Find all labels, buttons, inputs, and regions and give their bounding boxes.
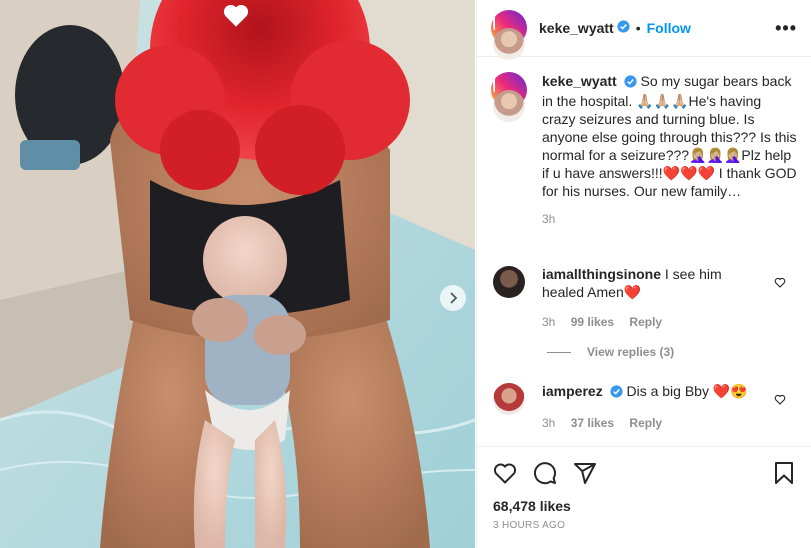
photo-image — [0, 0, 475, 548]
view-replies-button[interactable]: View replies (3) — [547, 345, 674, 359]
commenter-avatar[interactable] — [493, 383, 525, 415]
post-photo[interactable] — [0, 0, 475, 548]
verified-badge-icon — [624, 74, 637, 92]
chevron-right-icon — [448, 292, 458, 304]
likes-count[interactable]: 68,478 likes — [477, 498, 811, 514]
more-options-button[interactable]: ••• — [775, 18, 797, 39]
comment-like-icon[interactable] — [774, 392, 786, 408]
comment-bubble-icon[interactable] — [533, 461, 557, 488]
author-avatar[interactable] — [491, 10, 527, 78]
reply-button[interactable]: Reply — [629, 416, 662, 430]
post-details-panel: keke_wyatt • Follow ••• keke_wyatt So my… — [476, 0, 811, 548]
caption-text: So my sugar bears back in the hospital. … — [542, 73, 797, 199]
comment-item: iamallthingsinone I see him healed Amen❤… — [493, 265, 798, 331]
comment-item: iamperez Dis a big Bby ❤️😍 3h 37 likes R… — [493, 382, 798, 432]
verified-badge-icon — [617, 20, 630, 36]
comment-likes[interactable]: 99 likes — [571, 315, 614, 329]
like-heart-icon[interactable] — [493, 462, 517, 487]
divider-line — [547, 351, 571, 353]
comment-username[interactable]: iamperez — [542, 383, 603, 399]
post-caption: keke_wyatt So my sugar bears back in the… — [491, 72, 803, 226]
comment-like-icon[interactable] — [774, 275, 786, 291]
bookmark-icon[interactable] — [773, 461, 795, 488]
post-header: keke_wyatt • Follow ••• — [477, 0, 811, 78]
comment-username[interactable]: iamallthingsinone — [542, 266, 661, 282]
comment-text: Dis a big Bby ❤️😍 — [626, 383, 748, 399]
view-replies-label: View replies (3) — [587, 345, 675, 359]
heart-icon — [222, 2, 250, 28]
separator-dot: • — [635, 20, 641, 36]
next-photo-button[interactable] — [440, 285, 466, 311]
reply-button[interactable]: Reply — [629, 315, 662, 329]
author-username[interactable]: keke_wyatt — [539, 20, 614, 36]
caption-username[interactable]: keke_wyatt — [542, 73, 617, 89]
comment-time[interactable]: 3h — [542, 416, 555, 430]
commenter-avatar[interactable] — [493, 266, 525, 298]
caption-avatar[interactable] — [491, 72, 527, 140]
verified-badge-icon — [610, 384, 623, 402]
caption-timestamp[interactable]: 3h — [542, 212, 797, 226]
follow-button[interactable]: Follow — [647, 20, 691, 36]
comment-likes[interactable]: 37 likes — [571, 416, 614, 430]
post-actions: 68,478 likes 3 HOURS AGO — [477, 446, 811, 548]
post-timestamp[interactable]: 3 HOURS AGO — [477, 520, 811, 531]
comment-time[interactable]: 3h — [542, 315, 555, 329]
paper-plane-icon[interactable] — [573, 461, 597, 488]
